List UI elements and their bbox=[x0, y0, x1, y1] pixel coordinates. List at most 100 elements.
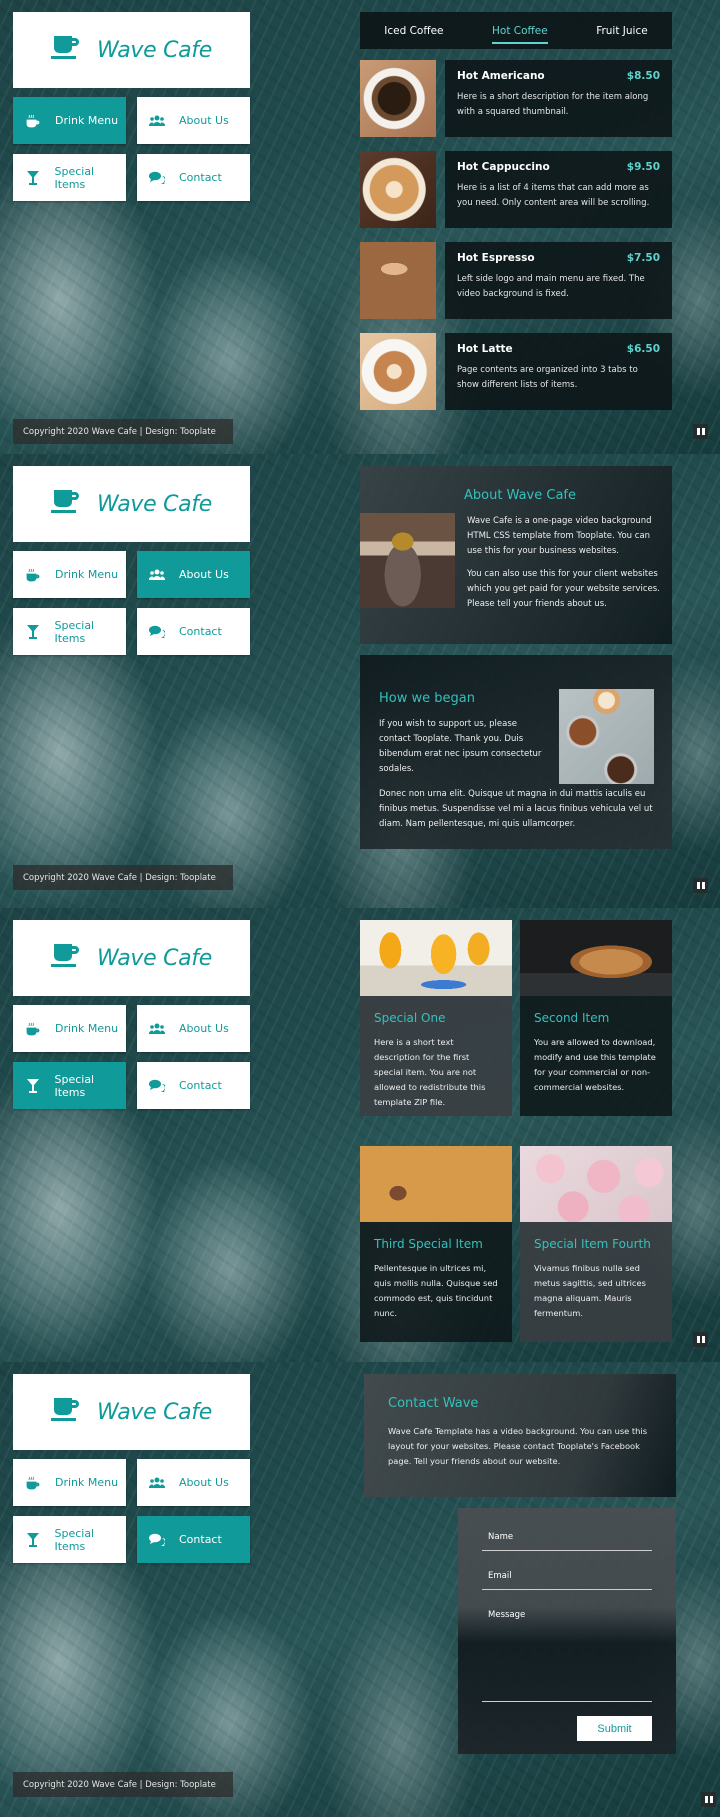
message-field[interactable] bbox=[482, 1610, 652, 1702]
pause-video-button[interactable] bbox=[701, 1792, 716, 1807]
pause-video-button[interactable] bbox=[693, 424, 708, 439]
nav-label: Contact bbox=[179, 1079, 222, 1092]
nav-label: Special Items bbox=[54, 164, 95, 191]
menu-item-thumbnail bbox=[360, 333, 436, 410]
nav-special-items[interactable]: Special Items bbox=[13, 154, 126, 201]
comments-icon bbox=[149, 624, 165, 640]
nav-contact[interactable]: Contact bbox=[137, 154, 250, 201]
copyright: Copyright 2020 Wave Cafe | Design: Toopl… bbox=[13, 419, 233, 444]
nav-label: Special Items bbox=[54, 618, 95, 645]
nav-special-items[interactable]: Special Items bbox=[13, 1516, 126, 1563]
nav-about-us[interactable]: About Us bbox=[137, 1459, 250, 1506]
special-item-description: Here is a short text description for the… bbox=[374, 1037, 486, 1107]
tab-fruit-juice[interactable]: Fruit Juice bbox=[596, 21, 648, 41]
menu-item-price: $8.50 bbox=[626, 70, 660, 82]
nav-about-us[interactable]: About Us bbox=[137, 97, 250, 144]
special-item-title: Special Item Fourth bbox=[534, 1237, 651, 1251]
menu-item-price: $6.50 bbox=[626, 343, 660, 355]
how-we-began-paragraph: If you wish to support us, please contac… bbox=[379, 719, 542, 774]
brand-name: Wave Cafe bbox=[96, 491, 212, 517]
nav-contact[interactable]: Contact bbox=[137, 1062, 250, 1109]
screen-special-items: Wave Cafe Drink Menu About Us Special It… bbox=[0, 908, 720, 1362]
nav-label: Drink Menu bbox=[55, 568, 119, 581]
logo[interactable]: Wave Cafe bbox=[13, 466, 250, 542]
special-item: Third Special Item Pellentesque in ultri… bbox=[360, 1146, 512, 1342]
special-item-body: Special Item Fourth Vivamus finibus null… bbox=[520, 1222, 672, 1342]
users-icon bbox=[149, 113, 165, 129]
nav-label: Contact bbox=[179, 1533, 222, 1546]
nav-label: Special Items bbox=[54, 1526, 95, 1553]
menu-item-thumbnail bbox=[360, 242, 436, 319]
pause-icon bbox=[696, 882, 700, 889]
logo[interactable]: Wave Cafe bbox=[13, 920, 250, 996]
contact-card: Contact Wave Wave Cafe Template has a vi… bbox=[364, 1374, 676, 1497]
contact-text: Wave Cafe Template has a video backgroun… bbox=[388, 1426, 648, 1466]
nav-contact[interactable]: Contact bbox=[137, 1516, 250, 1563]
contact-title: Contact Wave bbox=[388, 1396, 479, 1411]
users-icon bbox=[149, 1021, 165, 1037]
brand-name: Wave Cafe bbox=[96, 945, 212, 971]
screen-contact: Wave Cafe Drink Menu About Us Special It… bbox=[0, 1362, 720, 1817]
menu-item-thumbnail bbox=[360, 60, 436, 137]
copyright: Copyright 2020 Wave Cafe | Design: Toopl… bbox=[13, 1772, 233, 1797]
nav-drink-menu[interactable]: Drink Menu bbox=[13, 1005, 126, 1052]
special-item: Second Item You are allowed to download,… bbox=[520, 920, 672, 1116]
name-field[interactable] bbox=[482, 1532, 652, 1551]
menu-item-thumbnail bbox=[360, 151, 436, 228]
menu-item-description: Here is a list of 4 items that can add m… bbox=[457, 183, 650, 208]
hot-coffee-icon bbox=[25, 1021, 41, 1037]
special-item-image bbox=[520, 1146, 672, 1222]
nav-drink-menu[interactable]: Drink Menu bbox=[13, 1459, 126, 1506]
nav-about-us[interactable]: About Us bbox=[137, 1005, 250, 1052]
email-field[interactable] bbox=[482, 1571, 652, 1590]
nav-label: Contact bbox=[179, 625, 222, 638]
submit-button[interactable]: Submit bbox=[577, 1716, 652, 1741]
pause-video-button[interactable] bbox=[693, 1332, 708, 1347]
hot-coffee-icon bbox=[25, 113, 41, 129]
message-input[interactable] bbox=[488, 1610, 652, 1670]
logo[interactable]: Wave Cafe bbox=[13, 12, 250, 88]
nav-label: Special Items bbox=[54, 1072, 95, 1099]
coffee-cup-icon bbox=[50, 1397, 83, 1427]
menu-item: Hot Espresso $7.50 Left side logo and ma… bbox=[360, 242, 672, 319]
cocktail-glass-icon bbox=[25, 170, 40, 186]
coffee-cup-icon bbox=[50, 943, 83, 973]
logo[interactable]: Wave Cafe bbox=[13, 1374, 250, 1450]
pause-icon bbox=[704, 1796, 708, 1803]
nav-special-items[interactable]: Special Items bbox=[13, 608, 126, 655]
brand-name: Wave Cafe bbox=[96, 1399, 212, 1425]
coffee-cup-icon bbox=[50, 489, 83, 519]
about-image bbox=[360, 513, 455, 608]
nav-label: About Us bbox=[179, 568, 229, 581]
pause-icon bbox=[696, 1336, 700, 1343]
nav-label: About Us bbox=[179, 1022, 229, 1035]
nav-special-items[interactable]: Special Items bbox=[13, 1062, 126, 1109]
menu-item-card: Hot Americano $8.50 Here is a short desc… bbox=[445, 60, 672, 137]
screen-drink-menu: Wave Cafe Drink Menu About Us Special It… bbox=[0, 0, 720, 454]
tab-hot-coffee[interactable]: Hot Coffee bbox=[492, 21, 548, 44]
main-nav: Drink Menu About Us Special Items Contac… bbox=[13, 1005, 250, 1109]
nav-drink-menu[interactable]: Drink Menu bbox=[13, 97, 126, 144]
pause-video-button[interactable] bbox=[693, 878, 708, 893]
email-input[interactable] bbox=[488, 1571, 652, 1581]
tab-iced-coffee[interactable]: Iced Coffee bbox=[384, 21, 443, 41]
menu-item-card: Hot Cappuccino $9.50 Here is a list of 4… bbox=[445, 151, 672, 228]
comments-icon bbox=[149, 1078, 165, 1094]
how-we-began-card: How we began If you wish to support us, … bbox=[360, 655, 672, 849]
nav-drink-menu[interactable]: Drink Menu bbox=[13, 551, 126, 598]
special-item: Special One Here is a short text descrip… bbox=[360, 920, 512, 1116]
menu-tabs: Iced Coffee Hot Coffee Fruit Juice bbox=[360, 12, 672, 49]
nav-label: Drink Menu bbox=[55, 1476, 119, 1489]
special-item-body: Third Special Item Pellentesque in ultri… bbox=[360, 1222, 512, 1342]
pause-icon bbox=[709, 1796, 713, 1803]
special-item-title: Third Special Item bbox=[374, 1237, 483, 1251]
pause-icon bbox=[701, 428, 705, 435]
nav-contact[interactable]: Contact bbox=[137, 608, 250, 655]
name-input[interactable] bbox=[488, 1532, 652, 1542]
pause-icon bbox=[701, 882, 705, 889]
about-text: Wave Cafe is a one-page video background… bbox=[467, 514, 662, 612]
users-icon bbox=[149, 1475, 165, 1491]
nav-about-us[interactable]: About Us bbox=[137, 551, 250, 598]
nav-label: Contact bbox=[179, 171, 222, 184]
comments-icon bbox=[149, 170, 165, 186]
